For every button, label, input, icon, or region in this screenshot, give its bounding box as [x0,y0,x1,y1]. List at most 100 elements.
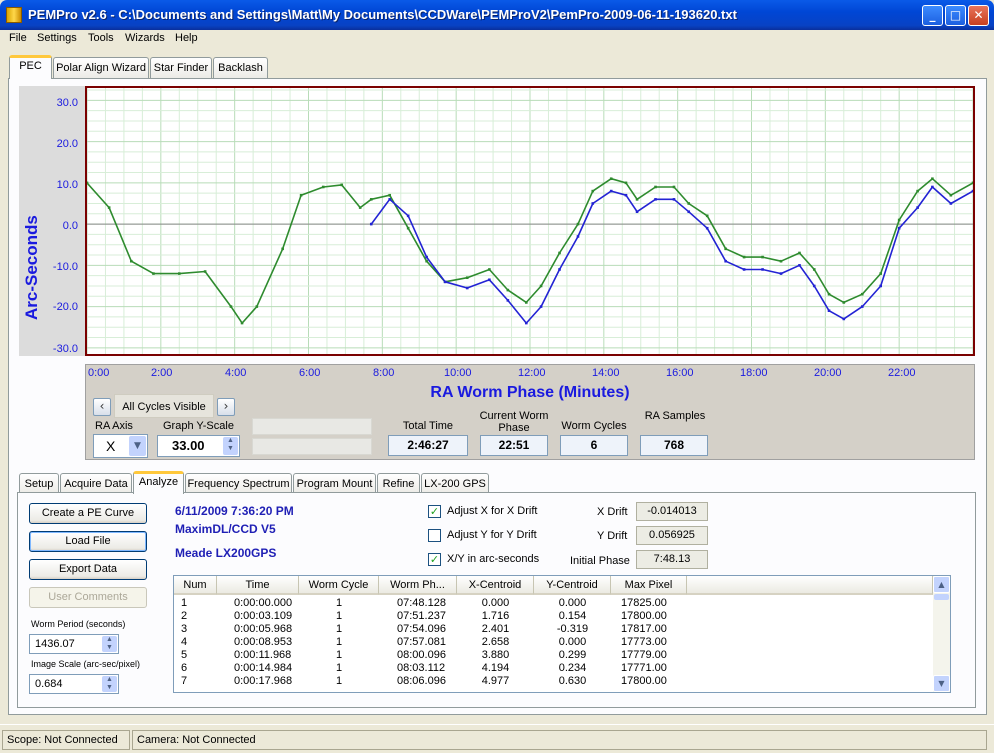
tab-lx200-gps[interactable]: LX-200 GPS [421,473,489,494]
data-point [949,202,953,205]
vertical-scrollbar[interactable]: ▲ ▼ [933,576,950,692]
stepper-arrows-icon[interactable]: ▲ ▼ [223,437,238,455]
scroll-down-icon[interactable]: ▼ [933,675,950,692]
table-row[interactable]: 3 0:00:05.968 1 07:54.096 2.401 -0.319 17817.0… [174,623,934,636]
scroll-thumb[interactable] [934,594,949,600]
tab-setup[interactable]: Setup [19,473,59,494]
xy-arcsec-checkbox[interactable]: ✓ [428,553,441,566]
y-tick-label: -10.0 [52,261,78,273]
title-bar[interactable]: PEMPro v2.6 - C:\Documents and Settings\… [0,0,994,30]
y-tick-label: 10.0 [56,179,78,191]
data-point [425,259,428,263]
table-row[interactable]: 1 0:00:00.000 1 07:48.128 0.000 0.000 17825.00 [174,597,934,610]
column-header[interactable]: Time [217,576,299,595]
x-tick-label: 22:00 [888,367,916,379]
graph-yscale-value: 33.00 [172,438,205,453]
tab-program-mount[interactable]: Program Mount [293,473,376,494]
adjust-y-label: Adjust Y for Y Drift [447,529,537,541]
table-row[interactable]: 2 0:00:03.109 1 07:51.237 1.716 0.154 17800.00 [174,610,934,623]
worm-period-value: 1436.07 [35,638,75,650]
adjust-y-checkbox[interactable] [428,529,441,542]
data-point [321,185,325,189]
tab-analyze[interactable]: Analyze [133,471,184,494]
table-cell: 1 [335,649,343,661]
table-row[interactable]: 4 0:00:08.953 1 07:57.081 2.658 0.000 17773.00 [174,636,934,649]
data-point [576,222,580,226]
data-point [609,177,613,181]
column-header[interactable]: Max Pixel [611,576,687,595]
tab-backlash[interactable]: Backlash [213,57,268,78]
data-point [539,284,543,288]
worm-period-label: Worm Period (seconds) [31,619,126,629]
image-scale-label: Image Scale (arc-sec/pixel) [31,659,141,669]
user-comments-button[interactable]: User Comments [29,587,147,608]
data-point [107,206,111,209]
column-header-filler [687,576,933,595]
data-point [87,181,89,185]
y-axis-label: Arc-Seconds [22,215,41,320]
pe-plot[interactable] [85,86,975,356]
menu-file[interactable]: File [9,32,27,44]
export-data-button[interactable]: Export Data [29,559,147,580]
column-header[interactable]: Worm Ph... [379,576,457,595]
image-scale-stepper[interactable]: 0.684 ▲ ▼ [29,674,119,694]
current-worm-phase-value: 22:51 [480,435,548,456]
data-point [897,226,901,230]
status-bar: Scope: Not Connected Camera: Not Connect… [0,724,994,753]
stepper-arrows-icon[interactable]: ▲ ▼ [102,676,117,692]
prev-cycle-button[interactable]: ‹ [93,398,111,416]
graph-yscale-stepper[interactable]: 33.00 ▲ ▼ [157,435,240,457]
column-header[interactable]: Worm Cycle [299,576,379,595]
x-tick-label: 8:00 [373,367,395,379]
scroll-up-icon[interactable]: ▲ [933,576,950,593]
camera-name: MaximDL/CCD V5 [175,522,276,536]
x-tick-label: 14:00 [592,367,620,379]
create-pe-curve-button[interactable]: Create a PE Curve [29,503,147,524]
menu-wizards[interactable]: Wizards [125,32,165,44]
data-point [687,202,691,205]
data-point [742,255,746,259]
table-cell: 08:06.096 [397,675,446,687]
table-row[interactable]: 7 0:00:17.968 1 08:06.096 4.977 0.630 17800.00 [174,675,934,688]
tab-acquire-data[interactable]: Acquire Data [60,473,132,494]
column-header[interactable]: Y-Centroid [534,576,611,595]
menu-help[interactable]: Help [175,32,198,44]
xy-arcsec-label: X/Y in arc-seconds [447,553,540,565]
adjust-x-checkbox[interactable]: ✓ [428,505,441,518]
tab-star-finder[interactable]: Star Finder [150,57,212,78]
data-point [879,272,883,275]
tab-polar-align-wizard[interactable]: Polar Align Wizard [53,57,149,78]
chevron-down-icon[interactable]: ▼ [129,436,146,456]
table-cell: 2.401 [481,623,510,635]
menu-settings[interactable]: Settings [37,32,77,44]
data-point [724,247,727,251]
column-header[interactable]: X-Centroid [457,576,534,595]
data-point [488,278,491,282]
menu-tools[interactable]: Tools [88,32,114,44]
table-cell: 0:00:11.968 [234,649,292,661]
next-cycle-button[interactable]: › [217,398,235,416]
x-tick-label: 10:00 [444,367,472,379]
stepper-arrows-icon[interactable]: ▲ ▼ [102,636,117,652]
worm-period-stepper[interactable]: 1436.07 ▲ ▼ [29,634,119,654]
data-point [203,270,207,273]
minimize-button[interactable]: _ [922,5,943,26]
table-row[interactable]: 5 0:00:11.968 1 08:00.096 3.880 0.299 17779.00 [174,649,934,662]
tab-pec[interactable]: PEC [9,55,52,79]
adjust-x-label: Adjust X for X Drift [447,505,538,517]
tab-refine[interactable]: Refine [377,473,420,494]
close-button[interactable]: ✕ [968,5,989,26]
maximize-button[interactable]: □ [945,5,966,26]
column-header[interactable]: Num [174,576,217,595]
load-file-button[interactable]: Load File [29,531,147,552]
table-row[interactable]: 6 0:00:14.984 1 08:03.112 4.194 0.234 17771.00 [174,662,934,675]
initial-phase-label: Initial Phase [570,555,630,567]
ra-axis-select[interactable]: X ▼ [93,434,148,458]
data-point [152,272,155,275]
data-point [340,183,344,187]
tab-frequency-spectrum[interactable]: Frequency Spectrum [185,473,292,494]
table-cell: 4 [181,636,188,648]
data-table[interactable]: Num Time Worm Cycle Worm Ph... X-Centroi… [173,575,951,693]
x-tick-label: 20:00 [814,367,842,379]
data-point [506,299,510,302]
